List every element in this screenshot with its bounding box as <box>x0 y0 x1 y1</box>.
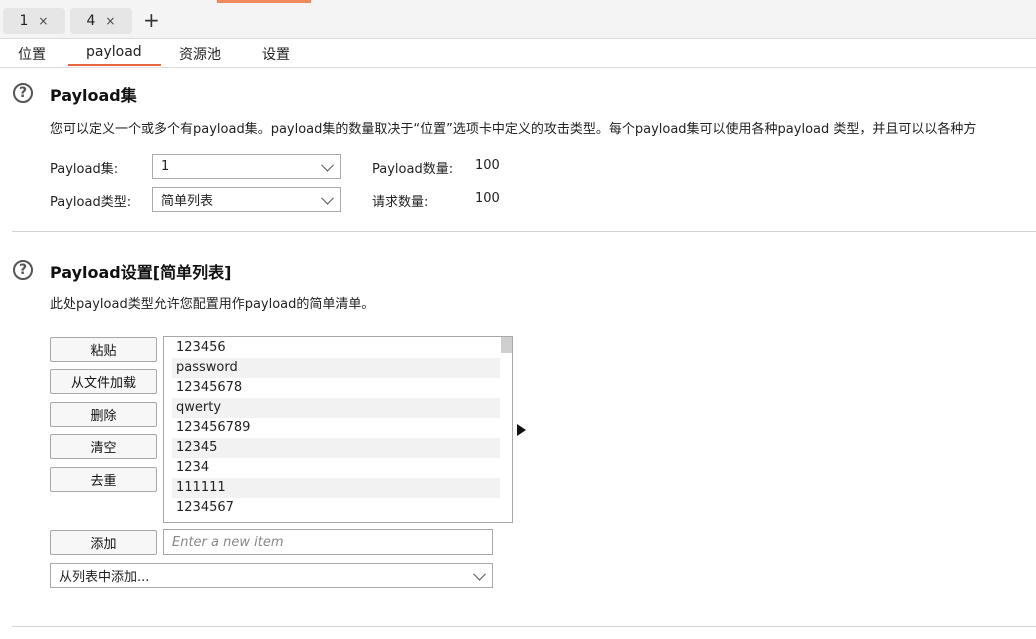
request-tab-label: 1 <box>19 13 29 29</box>
payload-type-select[interactable]: 简单列表 <box>152 187 341 212</box>
list-scrollbar-thumb[interactable] <box>501 337 512 353</box>
request-tab-1[interactable]: 1 × <box>3 8 65 34</box>
list-item[interactable]: password <box>172 358 500 378</box>
add-button[interactable]: 添加 <box>50 530 157 555</box>
close-icon[interactable]: × <box>38 14 48 28</box>
paste-button[interactable]: 粘贴 <box>50 337 157 362</box>
request-tab-4[interactable]: 4 × <box>70 8 132 34</box>
add-tab-icon[interactable]: + <box>143 9 160 31</box>
expand-arrow-icon[interactable] <box>517 424 526 436</box>
payload-count-label: Payload数量: <box>372 162 454 177</box>
section-divider <box>12 231 1036 232</box>
new-item-input[interactable]: Enter a new item <box>163 529 493 555</box>
list-item[interactable]: 1234567 <box>172 498 500 518</box>
tab-positions[interactable]: 位置 <box>18 44 46 64</box>
payload-settings-title: Payload设置[简单列表] <box>50 263 232 282</box>
payload-list[interactable]: 123456 password 12345678 qwerty 12345678… <box>163 336 513 523</box>
active-tab-underline <box>68 64 161 66</box>
add-from-list-select[interactable]: 从列表中添加... <box>50 563 493 588</box>
clear-button[interactable]: 清空 <box>50 434 157 459</box>
list-item[interactable]: 111111 <box>172 478 500 498</box>
close-icon[interactable]: × <box>105 14 115 28</box>
tab-resource-pool[interactable]: 资源池 <box>179 44 221 64</box>
deduplicate-button[interactable]: 去重 <box>50 467 157 492</box>
chevron-down-icon <box>321 158 334 172</box>
chevron-down-icon <box>473 567 486 581</box>
section-divider <box>12 626 1036 627</box>
tab-settings[interactable]: 设置 <box>262 44 290 64</box>
request-tab-label: 4 <box>86 13 96 29</box>
request-count-label: 请求数量: <box>372 195 429 210</box>
help-icon[interactable]: ? <box>13 260 33 280</box>
list-item[interactable]: qwerty <box>172 398 500 418</box>
request-count-value: 100 <box>475 191 500 206</box>
list-item[interactable]: 12345678 <box>172 378 500 398</box>
payload-count-value: 100 <box>475 158 500 173</box>
help-icon[interactable]: ? <box>13 83 33 103</box>
payload-set-select[interactable]: 1 <box>152 154 341 179</box>
payload-set-value: 1 <box>161 159 170 174</box>
tab-accent-indicator <box>217 0 311 3</box>
list-item[interactable]: 123456789 <box>172 418 500 438</box>
payload-set-label: Payload集: <box>50 162 119 177</box>
chevron-down-icon <box>321 191 334 205</box>
list-item[interactable]: 12345 <box>172 438 500 458</box>
payload-type-label: Payload类型: <box>50 195 132 210</box>
tab-payload[interactable]: payload <box>86 44 142 60</box>
payload-sets-description: 您可以定义一个或多个有payload集。payload集的数量取决于“位置”选项… <box>50 122 977 137</box>
list-item[interactable]: 123456 <box>172 338 500 358</box>
payload-sets-title: Payload集 <box>50 86 137 105</box>
payload-type-value: 简单列表 <box>161 194 214 209</box>
load-from-file-button[interactable]: 从文件加载 <box>50 369 157 394</box>
remove-button[interactable]: 删除 <box>50 402 157 427</box>
list-item[interactable]: 1234 <box>172 458 500 478</box>
add-from-list-value: 从列表中添加... <box>59 570 150 585</box>
payload-settings-description: 此处payload类型允许您配置用作payload的简单清单。 <box>50 297 375 312</box>
